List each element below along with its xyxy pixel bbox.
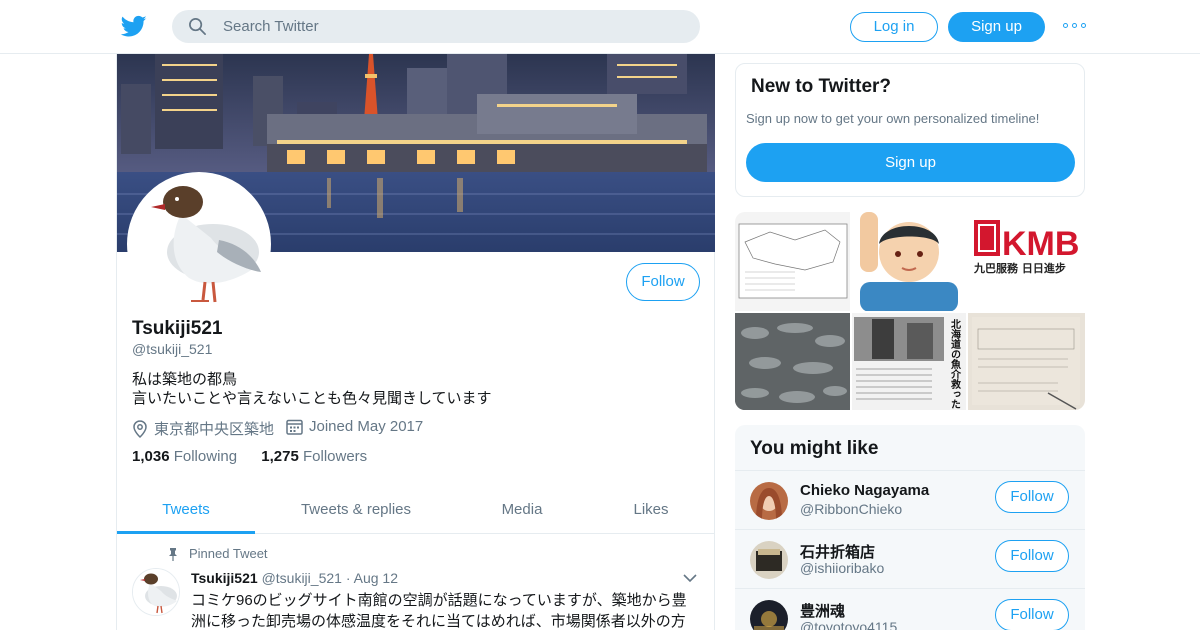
location-pin-icon [133,419,147,438]
media-thumbnail-texture[interactable] [735,313,850,410]
follow-button[interactable]: Follow [995,540,1069,572]
suggested-user-handle[interactable]: @RibbonChieko [800,501,902,517]
sidebar-signup-button[interactable]: Sign up [746,143,1075,182]
tab-media[interactable]: Media [472,486,572,534]
bio-line: 私は築地の都鳥 [132,371,238,388]
kmb-logo-text: KMB [1002,225,1079,263]
profile-stats: 1,036 Following 1,275 Followers [132,448,387,465]
following-label[interactable]: Following [174,448,237,465]
bio-line: 言いたいことや言えないことも色々見聞きしています [132,390,492,407]
pin-icon [169,547,177,561]
follow-button[interactable]: Follow [626,263,700,301]
tab-tweets-replies[interactable]: Tweets & replies [267,486,445,534]
profile-avatar[interactable] [127,172,271,316]
new-to-twitter-card: New to Twitter? Sign up now to get your … [735,63,1085,197]
chevron-down-icon[interactable] [683,570,697,588]
login-button[interactable]: Log in [850,12,938,42]
media-thumbnail-newspaper[interactable]: 北海道の魚介救った [852,313,966,410]
top-navigation-bar: Search Twitter Log in Sign up [0,0,1200,54]
avatar[interactable] [750,541,788,579]
tweet-avatar[interactable] [132,568,180,616]
joined-text: Joined May 2017 [309,418,424,435]
tweet-author[interactable]: Tsukiji521 [191,570,258,586]
calendar-icon [286,419,303,435]
newspaper-headline: 北海道の魚介救った [949,318,962,409]
new-to-twitter-subtitle: Sign up now to get your own personalized… [746,111,1040,126]
suggested-user-row[interactable]: Chieko Nagayama @RibbonChieko Follow [735,470,1085,529]
tweet-handle[interactable]: @tsukiji_521 [262,570,342,586]
profile-display-name: Tsukiji521 [132,318,223,339]
more-dots-icon[interactable] [1063,18,1087,32]
pinned-label-text: Pinned Tweet [189,546,268,561]
you-might-like-title: You might like [750,438,879,459]
follow-button[interactable]: Follow [995,481,1069,513]
photos-videos-grid: KMB 九巴服務 日日進步 北海道の魚介救った [735,212,1085,410]
media-thumbnail-logo[interactable]: KMB 九巴服務 日日進步 [968,212,1085,311]
location-text: 東京都中央区築地 [154,421,275,438]
follow-button[interactable]: Follow [995,599,1069,630]
followers-label[interactable]: Followers [303,448,367,465]
signup-button[interactable]: Sign up [948,12,1045,42]
search-icon [188,17,207,36]
tweet-separator: · [345,570,351,586]
media-thumbnail-map[interactable] [735,212,850,311]
following-count[interactable]: 1,036 [132,448,170,465]
suggested-user-handle[interactable]: @toyotoyo4115 [800,619,897,630]
tweet-text: コミケ96のビッグサイト南館の空調が話題になっていますが、築地から豊洲に移った卸… [191,592,687,630]
twitter-bird-icon[interactable] [120,13,148,39]
avatar[interactable] [750,600,788,630]
profile-column: Follow Tsukiji521 @tsukiji_521 私は築地の都鳥 言… [116,54,715,630]
search-input[interactable]: Search Twitter [223,18,319,35]
profile-bio: 私は築地の都鳥 言いたいことや言えないことも色々見聞きしています [132,370,492,408]
tab-likes[interactable]: Likes [607,486,695,534]
suggested-user-row[interactable]: 豊洲魂 @toyotoyo4115 Follow [735,588,1085,630]
new-to-twitter-title: New to Twitter? [751,76,892,97]
media-thumbnail-emoji[interactable] [852,212,966,311]
tweet-date[interactable]: Aug 12 [354,570,398,586]
followers-count[interactable]: 1,275 [261,448,299,465]
tweet-header: Tsukiji521 @tsukiji_521 · Aug 12 [191,570,398,586]
pinned-tweet-label: Pinned Tweet [167,546,268,561]
suggested-user-handle[interactable]: @ishiioribako [800,560,884,576]
media-thumbnail-document[interactable] [968,313,1085,410]
profile-tabs: Tweets Tweets & replies Media Likes [117,486,715,534]
you-might-like-card: You might like Chieko Nagayama @RibbonCh… [735,425,1085,630]
suggested-user-name[interactable]: Chieko Nagayama [800,482,929,499]
profile-joined: Joined May 2017 [286,418,423,435]
profile-location: 東京都中央区築地 [132,418,274,439]
profile-handle: @tsukiji_521 [132,341,213,357]
suggested-user-row[interactable]: 石井折箱店 @ishiioribako Follow [735,529,1085,588]
suggested-user-name[interactable]: 石井折箱店 [800,541,875,562]
suggested-user-name[interactable]: 豊洲魂 [800,600,845,621]
search-bar[interactable]: Search Twitter [172,10,700,43]
tab-tweets[interactable]: Tweets [117,486,255,534]
avatar[interactable] [750,482,788,520]
kmb-sub-text: 九巴服務 日日進步 [973,261,1066,275]
